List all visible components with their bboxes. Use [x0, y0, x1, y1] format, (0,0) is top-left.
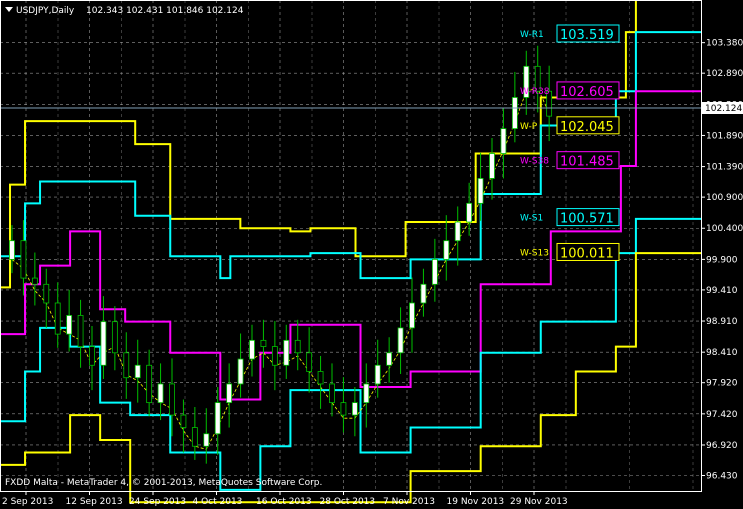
- candle-body: [203, 433, 210, 447]
- candle-body: [511, 97, 518, 130]
- x-tick-label: 12 Sep 2013: [66, 497, 123, 507]
- y-tick-label: 102.890: [706, 69, 743, 79]
- current-price-badge: 102.124: [702, 102, 743, 114]
- candle-body: [146, 364, 153, 404]
- candle-body: [237, 358, 244, 385]
- x-tick-label: 4 Oct 2013: [193, 497, 243, 507]
- level-value: 100.011: [560, 246, 614, 261]
- candle-body: [9, 240, 15, 260]
- svg-text:102.124: 102.124: [705, 104, 742, 114]
- candle-body: [477, 178, 484, 204]
- candle-body: [180, 414, 187, 428]
- candle-body: [54, 302, 61, 335]
- candle-body: [294, 339, 301, 354]
- candle-body: [134, 364, 141, 379]
- x-tick-label: 2 Sep 2013: [2, 497, 53, 507]
- level-value: 100.571: [560, 212, 614, 227]
- candle-body: [500, 128, 507, 154]
- candle-body: [191, 427, 198, 447]
- level-value: 102.605: [560, 85, 614, 100]
- candle-body: [454, 221, 461, 242]
- y-tick-label: 98.910: [706, 317, 738, 327]
- level-value: 101.485: [560, 155, 614, 170]
- x-tick-label: 29 Nov 2013: [510, 497, 568, 507]
- level-tag: W-R1: [520, 30, 544, 40]
- y-tick-label: 100.400: [706, 224, 743, 234]
- candle-body: [20, 240, 27, 279]
- symbol-header: USDJPY,Daily: [16, 6, 75, 16]
- level-tag: W-S38: [520, 157, 549, 167]
- y-tick-label: 101.390: [706, 163, 743, 173]
- y-tick-label: 99.900: [706, 255, 738, 265]
- candle-body: [77, 315, 84, 347]
- level-tag: W-S1: [520, 214, 543, 224]
- candle-body: [317, 371, 324, 385]
- candle-body: [111, 321, 118, 354]
- x-tick-label: 16 Oct 2013: [256, 497, 312, 507]
- candle-body: [443, 240, 450, 260]
- candle-body: [329, 383, 335, 404]
- y-tick-label: 96.920: [706, 441, 738, 451]
- footer-copyright: FXDD Malta - MetaTrader 4, © 2001-2013, …: [5, 478, 322, 488]
- level-tag: W-P: [520, 122, 538, 132]
- candle-body: [226, 383, 233, 404]
- y-tick-label: 98.410: [706, 348, 738, 358]
- level-value: 102.045: [560, 120, 614, 135]
- candle-body: [89, 346, 95, 366]
- candle-body: [271, 346, 278, 366]
- level-value: 103.519: [560, 28, 614, 43]
- candle-body: [431, 258, 438, 285]
- candle-body: [386, 352, 393, 366]
- y-tick-label: 101.890: [706, 131, 743, 141]
- y-tick-label: 97.920: [706, 379, 738, 389]
- candle-body: [260, 339, 267, 347]
- x-tick-label: 19 Nov 2013: [447, 497, 505, 507]
- x-tick-label: 7 Nov 2013: [383, 497, 435, 507]
- candle-body: [409, 302, 415, 329]
- candle-body: [249, 339, 255, 360]
- candle-body: [466, 202, 473, 223]
- y-tick-label: 99.410: [706, 286, 738, 296]
- candle-body: [351, 402, 358, 416]
- candle-body: [489, 153, 495, 179]
- level-tag: W-S13: [520, 248, 549, 258]
- candle-body: [374, 364, 381, 385]
- level-tag: W-R38: [520, 87, 550, 97]
- candle-body: [43, 283, 50, 304]
- candle-body: [157, 383, 164, 404]
- y-tick-label: 103.380: [706, 39, 743, 49]
- candle-body: [283, 339, 290, 366]
- candle-body: [397, 327, 404, 354]
- y-tick-label: 96.430: [706, 471, 738, 481]
- candle-body: [31, 277, 38, 285]
- price-chart[interactable]: W-R1 103.519 W-R38 102.605 W-P 102.045 W-S38 10…: [0, 0, 743, 509]
- candle-body: [214, 402, 221, 435]
- candle-body: [169, 383, 175, 416]
- candle-body: [100, 321, 107, 366]
- candle-body: [340, 402, 347, 416]
- x-tick-label: 24 Sep 2013: [129, 497, 186, 507]
- y-tick-label: 97.420: [706, 410, 738, 420]
- candle-body: [66, 315, 73, 335]
- candle-body: [306, 352, 313, 372]
- x-tick-label: 28 Oct 2013: [320, 497, 376, 507]
- ohlc-values: 102.343 102.431 101.846 102.124: [86, 6, 244, 16]
- candle-body: [123, 352, 130, 379]
- y-tick-label: 100.900: [706, 193, 743, 203]
- chart-header: USDJPY,Daily 102.343 102.431 101.846 102…: [5, 6, 244, 16]
- candle-body: [363, 383, 370, 404]
- candle-body: [420, 283, 427, 304]
- time-axis: 2 Sep 2013 12 Sep 2013 24 Sep 2013 4 Oct 20…: [2, 491, 568, 507]
